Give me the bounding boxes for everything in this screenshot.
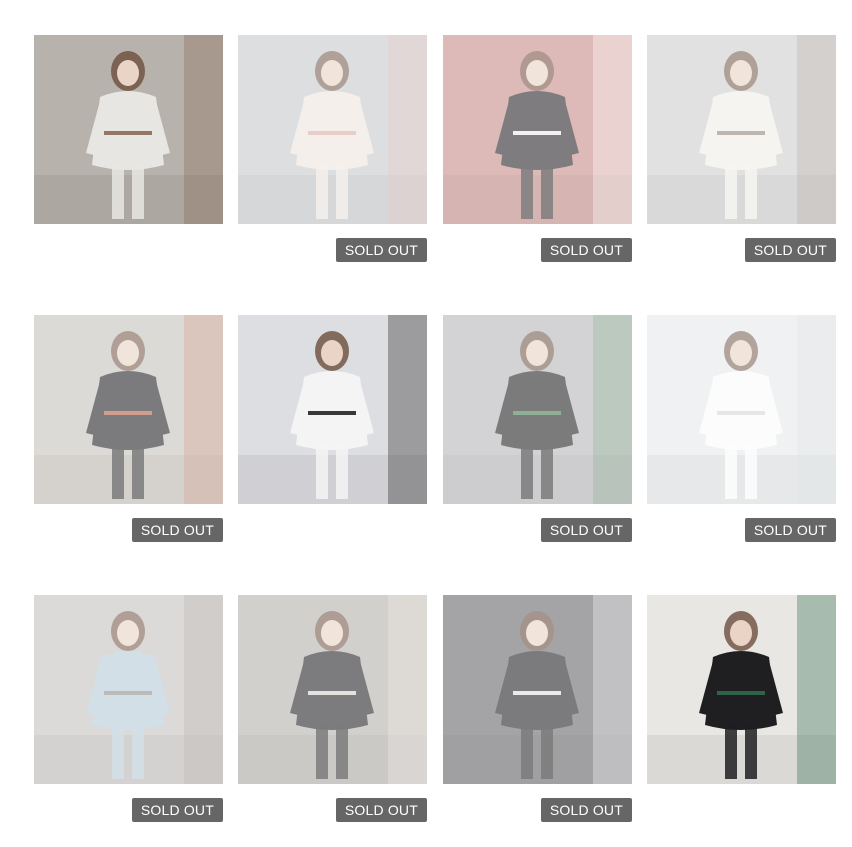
product-white-blazer-photo[interactable] [34,35,223,224]
product-card[interactable] [647,595,836,784]
product-card[interactable]: SOLD OUT [238,35,427,262]
product-floral-dress-photo[interactable] [238,35,427,224]
sold-out-badge: SOLD OUT [335,238,427,262]
sold-out-badge: SOLD OUT [335,798,427,822]
product-card[interactable]: SOLD OUT [238,595,427,822]
product-image [647,595,836,784]
product-image [34,315,223,504]
product-black-crop-top-photo[interactable] [443,315,632,504]
product-image [34,35,223,224]
product-card[interactable]: SOLD OUT [647,35,836,262]
product-image [647,315,836,504]
product-white-joggers-photo[interactable] [647,315,836,504]
product-black-knit-dress-photo[interactable] [443,35,632,224]
product-white-jacket-hat-photo[interactable] [647,35,836,224]
product-card[interactable] [238,315,427,504]
sold-out-badge: SOLD OUT [131,798,223,822]
product-card[interactable]: SOLD OUT [34,595,223,822]
product-card[interactable]: SOLD OUT [34,315,223,542]
product-grid: SOLD OUT SOLD OUT SOLD OUT SOLD OUT SOLD OUT… [0,0,852,847]
product-black-blazer-photo[interactable] [34,315,223,504]
sold-out-badge: SOLD OUT [744,238,836,262]
sold-out-badge: SOLD OUT [744,518,836,542]
product-image [443,35,632,224]
product-image [238,35,427,224]
product-card[interactable] [34,35,223,224]
product-ripped-jeans-photo[interactable] [34,595,223,784]
product-card[interactable]: SOLD OUT [443,315,632,542]
product-image [647,35,836,224]
product-zip-dress-photo[interactable] [238,595,427,784]
product-card[interactable]: SOLD OUT [443,595,632,822]
product-reflective-hoodie-photo[interactable] [443,595,632,784]
product-image [238,595,427,784]
sold-out-badge: SOLD OUT [540,798,632,822]
sold-out-badge: SOLD OUT [540,238,632,262]
product-image [34,595,223,784]
product-image [238,315,427,504]
product-card[interactable]: SOLD OUT [647,315,836,542]
product-white-tee-bag-photo[interactable] [238,315,427,504]
sold-out-badge: SOLD OUT [131,518,223,542]
product-card[interactable]: SOLD OUT [443,35,632,262]
product-flare-pants-photo[interactable] [647,595,836,784]
product-image [443,595,632,784]
product-image [443,315,632,504]
sold-out-badge: SOLD OUT [540,518,632,542]
